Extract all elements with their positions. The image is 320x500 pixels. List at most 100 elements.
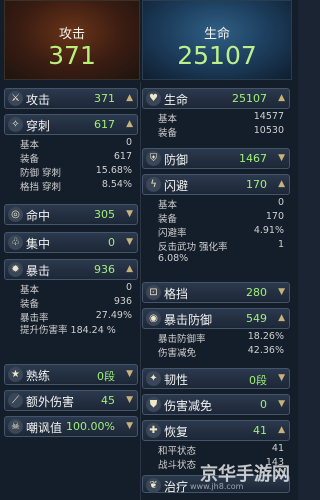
stat-value: 0 — [260, 398, 267, 411]
chevron-up-icon[interactable]: ▲ — [278, 93, 285, 103]
detail-row: 装备 617 — [20, 151, 132, 165]
stat-crit-defense[interactable]: ◉ 暴击防御 549 ▲ — [142, 308, 290, 329]
stat-value: 549 — [246, 312, 267, 325]
stat-block[interactable]: ⊡ 格挡 280 ▼ — [142, 282, 290, 303]
chevron-down-icon[interactable]: ▼ — [126, 209, 133, 219]
detail-row: 暴击率 27.49% — [20, 310, 132, 324]
chevron-up-icon[interactable]: ▲ — [278, 425, 285, 435]
stat-label: 恢复 — [164, 425, 189, 439]
detail-row: 反击武功 强化率 1 — [158, 239, 284, 253]
column-divider — [140, 82, 141, 500]
stat-label: 伤害减免 — [164, 399, 213, 413]
stat-value: 0段 — [97, 370, 115, 383]
detail-row: 基本 0 — [20, 282, 132, 296]
slash-icon: ⟋ — [8, 393, 23, 408]
pierce-icon: ✧ — [8, 117, 23, 132]
stat-value: 41 — [253, 424, 267, 437]
stat-evade[interactable]: ϟ 闪避 170 ▲ — [142, 174, 290, 195]
chevron-down-icon[interactable]: ▼ — [126, 369, 133, 379]
detail-row: 暴击防御率 18.26% — [158, 331, 284, 345]
stat-value: 100.00% — [66, 420, 115, 433]
guard-icon: ⛊ — [146, 397, 161, 412]
star-icon: ★ — [8, 367, 23, 382]
stat-label: 额外伤害 — [26, 395, 75, 409]
stat-label: 嘲讽值 — [26, 421, 63, 435]
chevron-down-icon[interactable]: ▼ — [278, 373, 285, 383]
chevron-down-icon[interactable]: ▼ — [126, 421, 133, 431]
attack-header: 攻击 371 — [4, 0, 140, 80]
detail-row: 提升伤害率 184.24 % — [20, 325, 116, 336]
stat-hit[interactable]: ◎ 命中 305 ▼ — [4, 204, 138, 225]
stat-defense[interactable]: ⛨ 防御 1467 ▼ — [142, 148, 290, 169]
stat-value: 25107 — [232, 92, 267, 105]
stat-label: 熟练 — [26, 369, 51, 383]
detail-row: 闪避率 4.91% — [158, 225, 284, 239]
chevron-down-icon[interactable]: ▼ — [126, 237, 133, 247]
stat-value: 0段 — [249, 374, 267, 387]
stat-value: 170 — [246, 178, 267, 191]
stat-label: 生命 — [164, 93, 189, 107]
stat-crit[interactable]: ✹ 暴击 936 ▲ — [4, 259, 138, 280]
chevron-up-icon[interactable]: ▲ — [126, 264, 133, 274]
stat-value: 45 — [101, 394, 115, 407]
stat-value: 617 — [94, 118, 115, 131]
detail-row: 6.08% — [158, 253, 189, 264]
detail-row: 伤害减免 42.36% — [158, 345, 284, 359]
stat-focus[interactable]: ♧ 集中 0 ▼ — [4, 232, 138, 253]
hp-header-title: 生命 — [203, 27, 230, 42]
attack-header-title: 攻击 — [58, 27, 85, 42]
stat-label: 闪避 — [164, 179, 189, 193]
heart-icon: ♥ — [146, 91, 161, 106]
burst-icon: ✹ — [8, 262, 23, 277]
stat-label: 命中 — [26, 209, 51, 223]
stat-recover[interactable]: ✚ 恢复 41 ▲ — [142, 420, 290, 441]
stat-label: 治疗 — [164, 480, 189, 494]
chevron-up-icon[interactable]: ▲ — [126, 93, 133, 103]
ring-shield-icon: ◉ — [146, 311, 161, 326]
hp-header: 生命 25107 — [142, 0, 292, 80]
detail-row: 装备 170 — [158, 211, 284, 225]
stat-extra-damage[interactable]: ⟋ 额外伤害 45 ▼ — [4, 390, 138, 411]
stat-label: 穿刺 — [26, 119, 51, 133]
detail-row: 基本 0 — [158, 197, 284, 211]
stat-value: 936 — [94, 263, 115, 276]
stat-label: 暴击 — [26, 264, 51, 278]
chevron-down-icon[interactable]: ▼ — [278, 399, 285, 409]
detail-row: 格挡 穿刺 8.54% — [20, 179, 132, 193]
stat-proficiency[interactable]: ★ 熟练 0段 ▼ — [4, 364, 138, 385]
stat-label: 韧性 — [164, 373, 189, 387]
triad-icon: ♧ — [8, 235, 23, 250]
stat-pierce[interactable]: ✧ 穿刺 617 ▲ — [4, 114, 138, 135]
stat-value: 280 — [246, 286, 267, 299]
chevron-down-icon[interactable]: ▼ — [278, 287, 285, 297]
chevron-up-icon[interactable]: ▲ — [278, 179, 285, 189]
chevron-down-icon[interactable]: ▼ — [126, 395, 133, 405]
detail-row: 基本 14577 — [158, 111, 284, 125]
flame-icon: ✦ — [146, 371, 161, 386]
stat-label: 暴击防御 — [164, 313, 213, 327]
chevron-up-icon[interactable]: ▲ — [278, 313, 285, 323]
stat-value: 305 — [94, 208, 115, 221]
stats-panel: ☰ ◀ 攻击 371 生命 25107 ⚔ 攻击 371 ▲ ✧ 穿刺 617 … — [0, 0, 298, 500]
stat-hp[interactable]: ♥ 生命 25107 ▲ — [142, 88, 290, 109]
shield-icon: ⛨ — [146, 151, 161, 166]
stat-toughness[interactable]: ✦ 韧性 0段 ▼ — [142, 368, 290, 389]
attack-header-value: 371 — [48, 41, 96, 70]
chevron-down-icon[interactable]: ▼ — [278, 153, 285, 163]
detail-row: 防御 穿刺 15.68% — [20, 165, 132, 179]
stat-label: 防御 — [164, 153, 189, 167]
detail-row: 装备 10530 — [158, 125, 284, 139]
cross-icon: ✚ — [146, 423, 161, 438]
stat-mock[interactable]: ☠ 嘲讽值 100.00% ▼ — [4, 416, 138, 437]
swords-icon: ⚔ — [8, 91, 23, 106]
stat-damage-reduction[interactable]: ⛊ 伤害减免 0 ▼ — [142, 394, 290, 415]
detail-row: 和平状态 41 — [158, 443, 284, 457]
stat-attack[interactable]: ⚔ 攻击 371 ▲ — [4, 88, 138, 109]
chevron-up-icon[interactable]: ▲ — [126, 119, 133, 129]
stat-value: 0 — [108, 236, 115, 249]
detail-row: 基本 0 — [20, 137, 132, 151]
lightning-icon: ϟ — [146, 177, 161, 192]
block-icon: ⊡ — [146, 285, 161, 300]
stat-value: 371 — [94, 92, 115, 105]
target-icon: ◎ — [8, 207, 23, 222]
